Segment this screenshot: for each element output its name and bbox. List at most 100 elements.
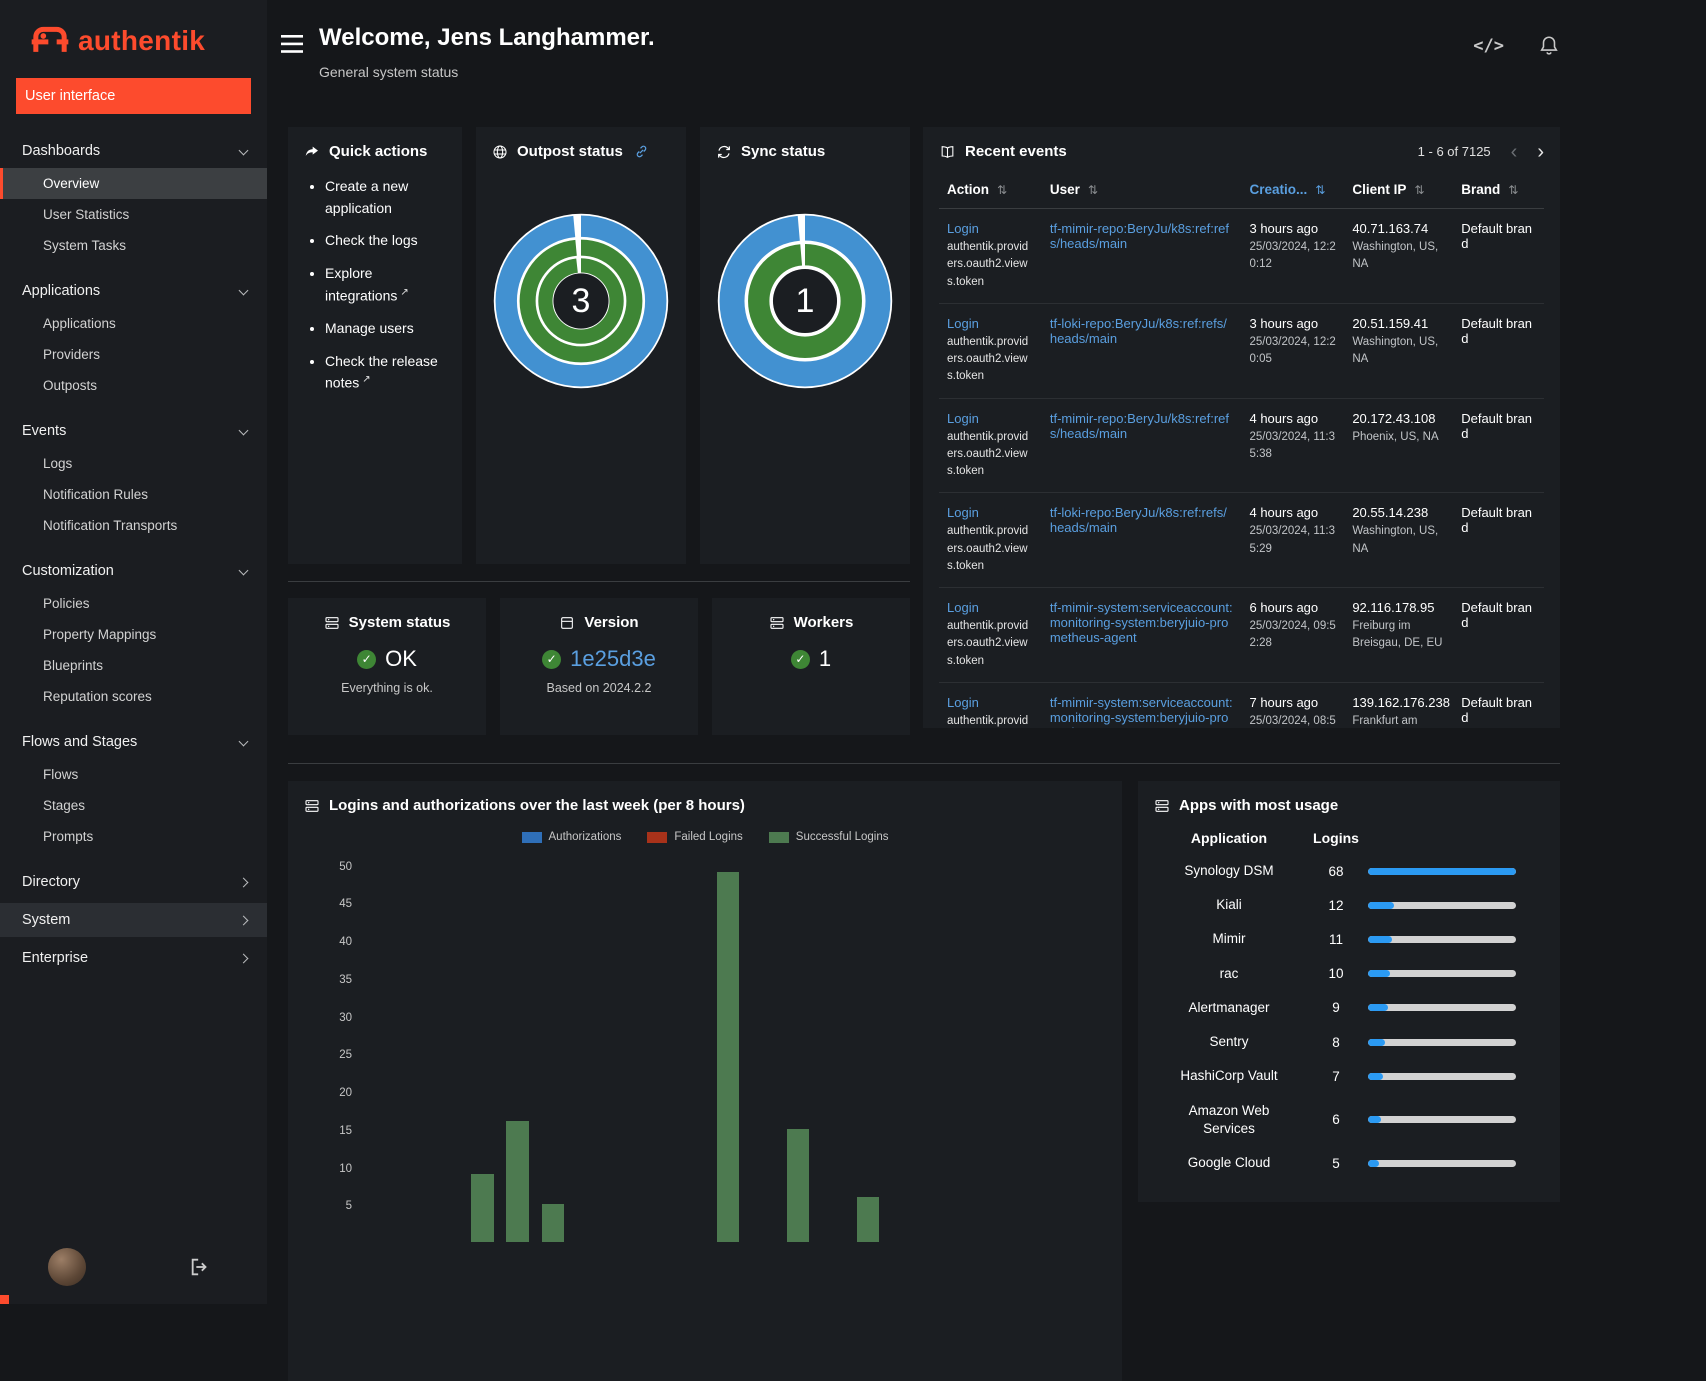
sidebar-heading-customization[interactable]: Customization [0, 554, 267, 588]
app-name-link[interactable]: HashiCorp Vault [1154, 1067, 1304, 1085]
event-location: Washington, US, NA [1352, 335, 1439, 365]
sidebar-heading-dashboards[interactable]: Dashboards [0, 134, 267, 168]
api-browser-icon[interactable]: </> [1473, 36, 1504, 56]
table-row[interactable]: Login authentik.providers.oauth2.views.to… [939, 398, 1544, 494]
column-header-action[interactable]: Action ⇅ [939, 174, 1042, 209]
app-name-link[interactable]: rac [1154, 965, 1304, 983]
column-header-client-ip[interactable]: Client IP ⇅ [1344, 174, 1454, 209]
event-user-link[interactable]: tf-mimir-system:serviceaccount:monitorin… [1050, 600, 1234, 645]
sort-icon[interactable]: ⇅ [1088, 183, 1098, 197]
sidebar-item-notification-rules[interactable]: Notification Rules [0, 479, 267, 510]
quick-action-link[interactable]: Explore integrations↗ [325, 263, 446, 307]
sidebar-heading-label: Flows and Stages [22, 734, 138, 750]
sidebar-item-providers[interactable]: Providers [0, 339, 267, 370]
sort-icon[interactable]: ⇅ [997, 183, 1007, 197]
workers-title: Workers [769, 614, 853, 631]
outpost-link-icon[interactable] [634, 144, 649, 159]
sidebar-section-directory: Directory [0, 865, 267, 899]
sidebar-item-prompts[interactable]: Prompts [0, 821, 267, 852]
server-icon [305, 799, 319, 812]
app-name-link[interactable]: Mimir [1154, 930, 1304, 948]
sidebar-item-applications[interactable]: Applications [0, 308, 267, 339]
sidebar-heading-enterprise[interactable]: Enterprise [0, 941, 267, 975]
app-name-link[interactable]: Amazon Web Services [1154, 1102, 1304, 1138]
sidebar-heading-directory[interactable]: Directory [0, 865, 267, 899]
usage-progress-bar [1368, 901, 1516, 909]
app-name-link[interactable]: Kiali [1154, 896, 1304, 914]
sidebar-item-property-mappings[interactable]: Property Mappings [0, 619, 267, 650]
user-interface-button[interactable]: User interface [16, 78, 251, 114]
table-row[interactable]: Login authentik.providers.oauth2.views.to… [939, 682, 1544, 728]
pagination-prev-icon[interactable]: ‹ [1511, 142, 1518, 162]
app-name-link[interactable]: Synology DSM [1154, 862, 1304, 880]
sidebar-item-system-tasks[interactable]: System Tasks [0, 230, 267, 261]
chevron-down-icon [238, 425, 249, 435]
y-tick-label: 5 [345, 1200, 352, 1213]
sidebar-item-policies[interactable]: Policies [0, 588, 267, 619]
logout-icon[interactable] [189, 1256, 211, 1278]
event-action-link[interactable]: Login [947, 411, 1034, 426]
event-action-link[interactable]: Login [947, 695, 1034, 710]
quick-action-link[interactable]: Check the logs [325, 230, 446, 252]
column-header-creatio[interactable]: Creatio... ⇅ [1241, 174, 1345, 209]
app-name-link[interactable]: Sentry [1154, 1033, 1304, 1051]
quick-action-label: Check the release notes [325, 352, 438, 392]
chart-bar [506, 1121, 529, 1242]
event-action-link[interactable]: Login [947, 221, 1034, 236]
sidebar-heading-label: Customization [22, 563, 114, 579]
sidebar-item-stages[interactable]: Stages [0, 790, 267, 821]
menu-toggle-icon[interactable] [281, 34, 303, 54]
column-header-application[interactable]: Application [1154, 830, 1304, 846]
legend-item-successful-logins: Successful Logins [768, 831, 888, 843]
sidebar-item-overview[interactable]: Overview [0, 168, 267, 199]
table-row: Alertmanager 9 [1154, 991, 1544, 1025]
sidebar-item-user-statistics[interactable]: User Statistics [0, 199, 267, 230]
sidebar-item-reputation-scores[interactable]: Reputation scores [0, 681, 267, 712]
event-user-link[interactable]: tf-mimir-repo:BeryJu/k8s:ref:refs/heads/… [1050, 411, 1234, 441]
sort-icon[interactable]: ⇅ [1315, 183, 1325, 197]
event-user-link[interactable]: tf-mimir-repo:BeryJu/k8s:ref:refs/heads/… [1050, 221, 1234, 251]
notifications-bell-icon[interactable] [1538, 34, 1560, 57]
sort-icon[interactable]: ⇅ [1414, 183, 1424, 197]
sidebar-item-blueprints[interactable]: Blueprints [0, 650, 267, 681]
event-action-link[interactable]: Login [947, 600, 1034, 615]
table-row[interactable]: Login authentik.providers.oauth2.views.to… [939, 492, 1544, 588]
event-action-link[interactable]: Login [947, 316, 1034, 331]
app-name-link[interactable]: Google Cloud [1154, 1154, 1304, 1172]
sidebar-heading-system[interactable]: System [0, 903, 267, 937]
cell-client-ip: 20.55.14.238 Washington, US, NA [1344, 492, 1454, 588]
sidebar-item-logs[interactable]: Logs [0, 448, 267, 479]
app-login-count: 6 [1332, 1112, 1340, 1128]
event-context: authentik.providers.oauth2.views.token [947, 714, 1029, 727]
avatar[interactable] [48, 1248, 86, 1286]
sidebar-item-outposts[interactable]: Outposts [0, 370, 267, 401]
sidebar-item-flows[interactable]: Flows [0, 759, 267, 790]
sidebar-item-notification-transports[interactable]: Notification Transports [0, 510, 267, 541]
system-status-title: System status [324, 614, 450, 631]
event-user-link[interactable]: tf-loki-repo:BeryJu/k8s:ref:refs/heads/m… [1050, 316, 1234, 346]
event-user-link[interactable]: tf-loki-repo:BeryJu/k8s:ref:refs/heads/m… [1050, 505, 1234, 535]
table-row[interactable]: Login authentik.providers.oauth2.views.to… [939, 587, 1544, 683]
app-name-link[interactable]: Alertmanager [1154, 999, 1304, 1017]
usage-progress-bar [1368, 867, 1516, 875]
column-header-brand[interactable]: Brand ⇅ [1453, 174, 1544, 209]
sidebar-heading-flows-and-stages[interactable]: Flows and Stages [0, 725, 267, 759]
column-header-logins[interactable]: Logins [1304, 830, 1368, 846]
event-user-link[interactable]: tf-mimir-system:serviceaccount:monitorin… [1050, 695, 1234, 728]
sort-icon[interactable]: ⇅ [1508, 183, 1518, 197]
event-brand: Default brand [1461, 505, 1533, 536]
app-login-count: 8 [1332, 1034, 1340, 1050]
pagination-next-icon[interactable]: › [1537, 142, 1544, 162]
version-link[interactable]: 1e25d3e [570, 646, 656, 672]
sidebar-heading-applications[interactable]: Applications [0, 274, 267, 308]
quick-action-link[interactable]: Create a new application [325, 176, 446, 219]
table-row[interactable]: Login authentik.providers.oauth2.views.to… [939, 303, 1544, 399]
sidebar-heading-events[interactable]: Events [0, 414, 267, 448]
table-row[interactable]: Login authentik.providers.oauth2.views.to… [939, 208, 1544, 304]
column-label: Action [947, 182, 989, 197]
column-header-user[interactable]: User ⇅ [1041, 174, 1242, 209]
quick-action-link[interactable]: Check the release notes↗ [325, 351, 446, 395]
quick-action-link[interactable]: Manage users [325, 318, 446, 340]
event-action-link[interactable]: Login [947, 505, 1034, 520]
success-check-icon: ✓ [542, 649, 562, 669]
